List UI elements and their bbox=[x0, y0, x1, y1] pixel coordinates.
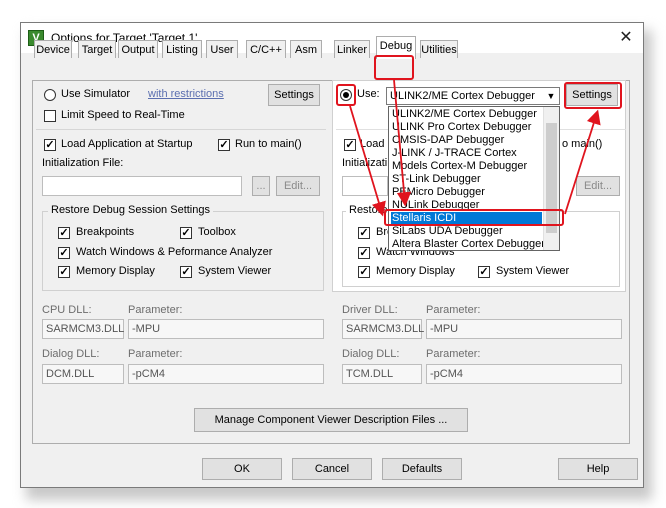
arrow-stellaris-to-settings bbox=[564, 109, 601, 215]
annotation-arrows bbox=[349, 79, 601, 217]
arrow-debug-to-stellaris bbox=[393, 79, 412, 207]
arrow-radio-to-stellaris bbox=[349, 105, 386, 217]
